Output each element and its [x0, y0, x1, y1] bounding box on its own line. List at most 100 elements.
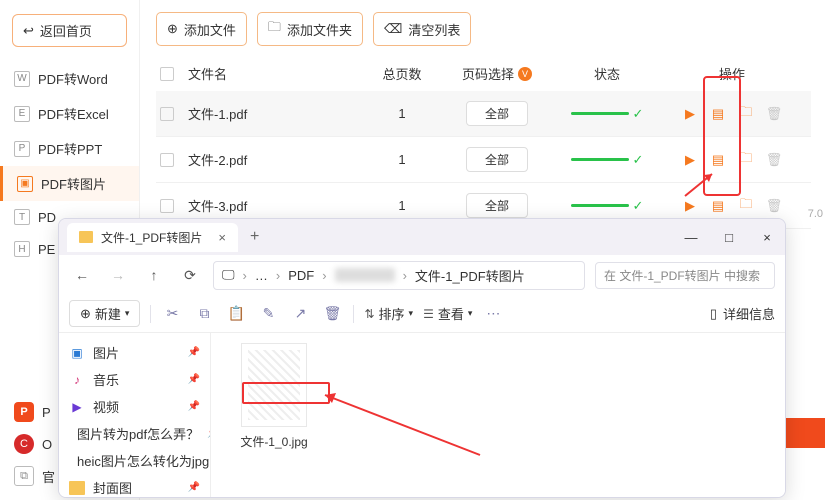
details-button[interactable]: ▯详细信息 [710, 304, 775, 323]
version-label: 7.0 [808, 208, 823, 220]
maximize-icon[interactable]: □ [719, 230, 739, 245]
copy-icon[interactable]: ⧉ [193, 305, 215, 322]
paste-icon[interactable]: 📋 [225, 305, 247, 322]
delete-icon[interactable]: 🗑 [766, 152, 782, 168]
quick-access-pictures[interactable]: ▣图片📌 [59, 339, 210, 366]
pin-icon: 📌 [188, 482, 200, 493]
search-input[interactable]: 在 文件-1_PDF转图片 中搜索 [595, 262, 775, 289]
play-icon[interactable]: ▶ [682, 152, 698, 168]
doc-t-icon: T [14, 209, 30, 225]
sidebar-item-pdf-image[interactable]: ▣PDF转图片 [0, 166, 139, 201]
quick-access-folder-1[interactable]: 图片转为pdf怎么弄？📌 [59, 420, 210, 447]
sidebar-item-pdf-word[interactable]: WPDF转Word [0, 61, 139, 96]
add-folder-button[interactable]: 🗀添加文件夹 [257, 12, 363, 46]
new-button[interactable]: ⊕新建▾ [69, 300, 140, 327]
pin-icon: 📌 [188, 401, 200, 412]
monitor-icon: 🖵 [222, 267, 235, 283]
folder-icon: 🗀 [268, 18, 281, 40]
image-icon: ▣ [17, 176, 33, 192]
video-icon: ▶ [69, 400, 85, 414]
check-icon: ✓ [633, 106, 644, 122]
open-folder-icon[interactable]: 🗀 [738, 106, 754, 122]
nav-forward-icon[interactable]: → [105, 267, 131, 283]
trash-icon[interactable]: 🗑 [321, 305, 343, 322]
quick-access-video[interactable]: ▶视频📌 [59, 393, 210, 420]
delete-icon[interactable]: 🗑 [766, 198, 782, 214]
page-select-button[interactable]: 全部 [466, 193, 528, 218]
music-icon: ♪ [69, 373, 85, 387]
header-status: 状态 [557, 64, 657, 83]
quick-access-folder-2[interactable]: heic图片怎么转化为jpg📌 [59, 447, 210, 474]
redacted-segment [335, 268, 395, 282]
pin-icon: 📌 [188, 347, 200, 358]
back-arrow-icon: ↩ [23, 23, 34, 39]
minimize-icon[interactable]: — [681, 230, 701, 245]
file-item[interactable]: 文件-1_0.jpg [229, 343, 319, 450]
app-p-icon[interactable]: P [14, 402, 34, 422]
delete-icon[interactable]: 🗑 [766, 106, 782, 122]
doc-icon[interactable]: ▤ [710, 106, 726, 122]
progress-bar [571, 204, 629, 207]
file-thumbnail [241, 343, 307, 427]
nav-back-icon[interactable]: ← [69, 267, 95, 283]
row-checkbox[interactable] [160, 199, 174, 213]
more-icon[interactable]: ⋯ [482, 305, 504, 322]
add-file-button[interactable]: ⊕添加文件 [156, 12, 247, 46]
header-filename: 文件名 [188, 64, 367, 83]
select-all-checkbox[interactable] [160, 67, 174, 81]
header-pages: 总页数 [367, 64, 437, 83]
play-icon[interactable]: ▶ [682, 198, 698, 214]
plus-icon: ⊕ [167, 21, 178, 37]
vip-badge-icon: V [518, 67, 532, 81]
progress-bar [571, 158, 629, 161]
page-select-button[interactable]: 全部 [466, 147, 528, 172]
doc-icon[interactable]: ▤ [710, 198, 726, 214]
file-name-label: 文件-1_0.jpg [229, 433, 319, 450]
table-header: 文件名 总页数 页码选择V 状态 操作 [156, 56, 811, 91]
back-label: 返回首页 [40, 21, 92, 40]
doc-icon[interactable]: ▤ [710, 152, 726, 168]
table-row[interactable]: 文件-2.pdf 1 全部 ✓ ▶ ▤ 🗀 🗑 [156, 137, 811, 183]
close-tab-icon[interactable]: × [218, 230, 226, 245]
header-pagesel: 页码选择V [437, 64, 557, 83]
pin-icon: 📌 [188, 374, 200, 385]
header-ops: 操作 [657, 64, 807, 83]
quick-access-music[interactable]: ♪音乐📌 [59, 366, 210, 393]
clear-list-button[interactable]: ⌫清空列表 [373, 12, 471, 46]
folder-icon [69, 481, 85, 495]
doc-p-icon: P [14, 141, 30, 157]
doc-e-icon: E [14, 106, 30, 122]
close-window-icon[interactable]: × [757, 230, 777, 245]
row-checkbox[interactable] [160, 107, 174, 121]
table-row[interactable]: 文件-1.pdf 1 全部 ✓ ▶ ▤ 🗀 🗑 [156, 91, 811, 137]
page-select-button[interactable]: 全部 [466, 101, 528, 126]
nav-refresh-icon[interactable]: ⟳ [177, 267, 203, 284]
app-g-icon[interactable]: ⧉ [14, 466, 34, 486]
nav-up-icon[interactable]: ↑ [141, 267, 167, 283]
sidebar-item-pdf-excel[interactable]: EPDF转Excel [0, 96, 139, 131]
sort-button[interactable]: ⇅ 排序 ▾ [364, 304, 413, 323]
app-c-icon[interactable]: C [14, 434, 34, 454]
cut-icon[interactable]: ✂ [161, 305, 183, 322]
back-button[interactable]: ↩ 返回首页 [12, 14, 127, 47]
doc-h-icon: H [14, 241, 30, 257]
open-folder-icon[interactable]: 🗀 [738, 198, 754, 214]
sidebar-item-pdf-ppt[interactable]: PPDF转PPT [0, 131, 139, 166]
view-button[interactable]: ☰ 查看 ▾ [423, 304, 472, 323]
breadcrumb[interactable]: 🖵› …› PDF› › 文件-1_PDF转图片 [213, 261, 585, 290]
panel-icon: ▯ [710, 306, 717, 322]
plus-circle-icon: ⊕ [80, 306, 91, 322]
rename-icon[interactable]: ✎ [257, 305, 279, 322]
folder-icon [79, 231, 93, 243]
row-checkbox[interactable] [160, 153, 174, 167]
share-icon[interactable]: ↗ [289, 305, 311, 322]
chevron-down-icon: ▾ [125, 308, 130, 319]
file-explorer-window: 文件-1_PDF转图片 × + — □ × ← → ↑ ⟳ 🖵› …› PDF›… [58, 218, 786, 498]
picture-icon: ▣ [69, 346, 85, 360]
play-icon[interactable]: ▶ [682, 106, 698, 122]
new-tab-button[interactable]: + [250, 228, 259, 246]
quick-access-folder-3[interactable]: 封面图📌 [59, 474, 210, 497]
open-folder-icon[interactable]: 🗀 [738, 152, 754, 168]
explorer-tab[interactable]: 文件-1_PDF转图片 × [67, 223, 238, 252]
check-icon: ✓ [633, 152, 644, 168]
